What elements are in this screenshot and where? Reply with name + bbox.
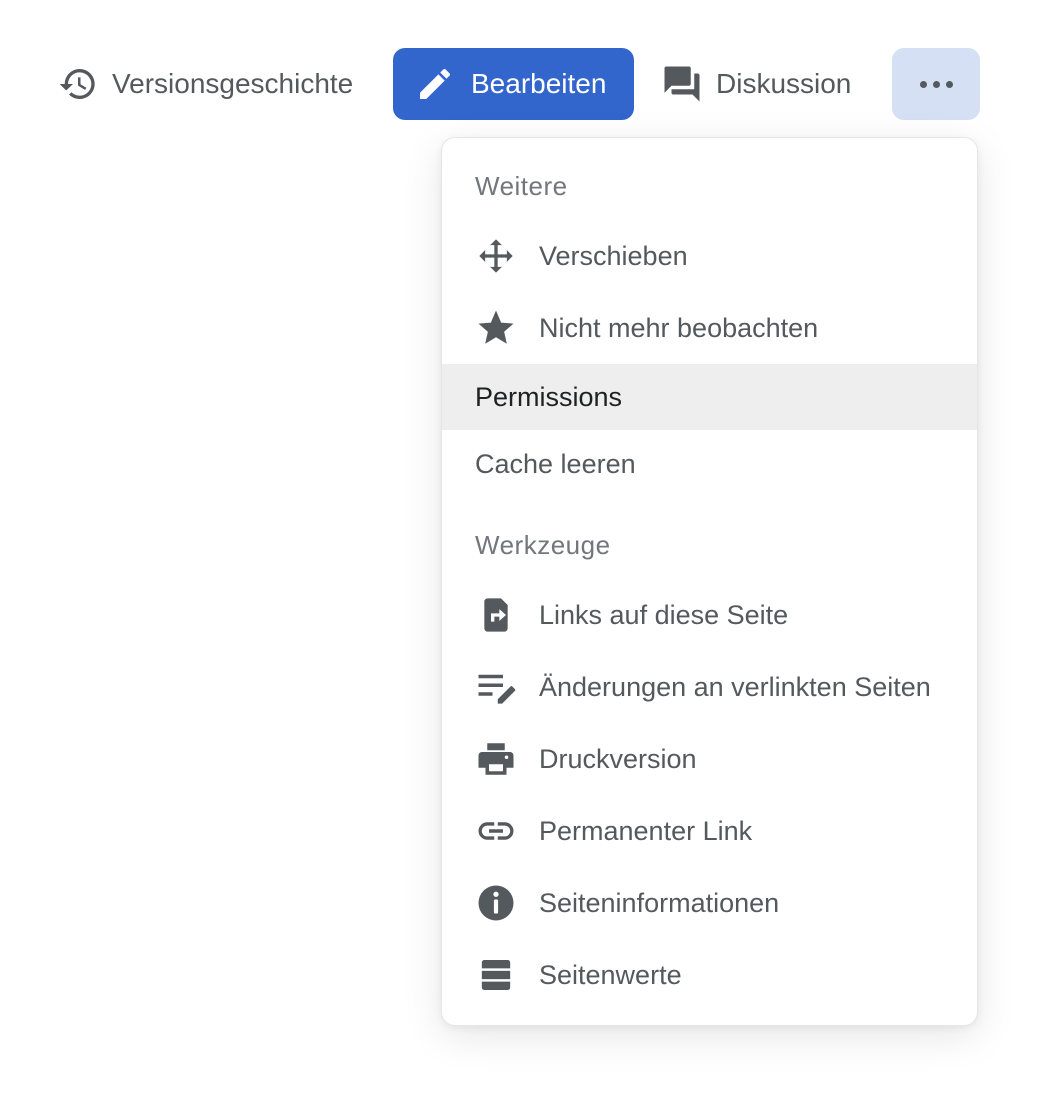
menu-heading-werkzeuge: Werkzeuge bbox=[475, 530, 611, 560]
related-changes-icon bbox=[475, 666, 517, 708]
info-icon bbox=[475, 882, 517, 924]
printer-icon bbox=[475, 738, 517, 780]
history-button[interactable]: Versionsgeschichte bbox=[52, 48, 353, 120]
menu-item-seiteninformationen[interactable]: Seiteninformationen bbox=[442, 870, 977, 936]
menu-item-permanenter-link[interactable]: Permanenter Link bbox=[442, 798, 977, 864]
menu-heading-weitere: Weitere bbox=[475, 171, 568, 201]
menu-item-label: Permissions bbox=[475, 381, 623, 412]
page: Versionsgeschichte Bearbeiten Diskussion bbox=[0, 0, 1044, 1105]
menu-item-links-auf-diese-seite[interactable]: Links auf diese Seite bbox=[442, 582, 977, 648]
menu-item-label: Verschieben bbox=[539, 240, 688, 271]
menu-item-permissions[interactable]: Permissions bbox=[442, 364, 977, 430]
menu-item-cache-leeren[interactable]: Cache leeren bbox=[442, 431, 977, 497]
menu-item-label: Änderungen an verlinkten Seiten bbox=[539, 671, 931, 702]
more-menu-button[interactable] bbox=[892, 48, 980, 120]
menu-item-label: Links auf diese Seite bbox=[539, 599, 789, 630]
link-icon bbox=[475, 810, 517, 852]
discussion-icon bbox=[660, 62, 704, 106]
history-icon bbox=[56, 62, 100, 106]
database-icon bbox=[475, 954, 517, 996]
edit-button[interactable]: Bearbeiten bbox=[393, 48, 634, 120]
menu-item-unwatch[interactable]: Nicht mehr beobachten bbox=[442, 295, 977, 361]
menu-item-label: Seitenwerte bbox=[539, 959, 682, 990]
edit-label: Bearbeiten bbox=[471, 68, 607, 99]
menu-item-druckversion[interactable]: Druckversion bbox=[442, 726, 977, 792]
star-icon bbox=[475, 307, 517, 349]
discussion-button[interactable]: Diskussion bbox=[660, 48, 851, 120]
move-icon bbox=[475, 235, 517, 277]
menu-item-seitenwerte[interactable]: Seitenwerte bbox=[442, 942, 977, 1008]
page-actions-bar: Versionsgeschichte Bearbeiten Diskussion bbox=[0, 48, 1044, 120]
menu-item-label: Seiteninformationen bbox=[539, 887, 780, 918]
menu-item-label: Permanenter Link bbox=[539, 815, 753, 846]
menu-item-verschieben[interactable]: Verschieben bbox=[442, 223, 977, 289]
link-in-icon bbox=[475, 594, 517, 636]
ellipsis-icon bbox=[917, 80, 956, 88]
discussion-label: Diskussion bbox=[716, 68, 852, 99]
menu-item-label: Druckversion bbox=[539, 743, 697, 774]
menu-item-related-changes[interactable]: Änderungen an verlinkten Seiten bbox=[442, 654, 977, 720]
menu-item-label: Nicht mehr beobachten bbox=[539, 312, 819, 343]
history-label: Versionsgeschichte bbox=[112, 68, 354, 99]
menu-item-label: Cache leeren bbox=[475, 448, 636, 479]
more-dropdown-menu: Weitere Verschieben Nicht mehr beobachte… bbox=[441, 137, 978, 1026]
pencil-icon bbox=[413, 62, 457, 106]
